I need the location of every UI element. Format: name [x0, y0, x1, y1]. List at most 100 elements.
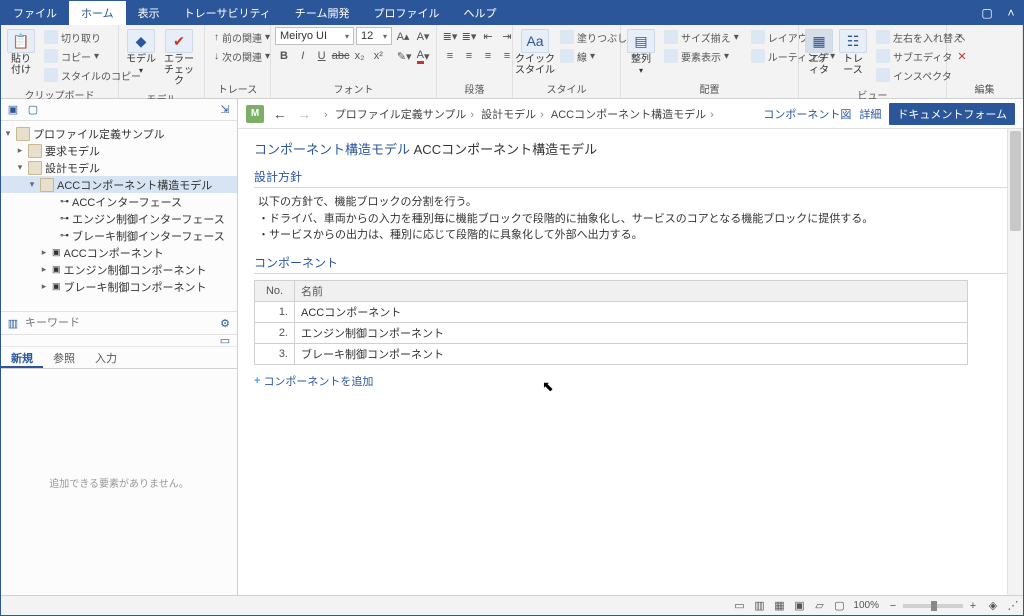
table-row[interactable]: 1.ACCコンポーネント [255, 301, 968, 322]
trace-view-button[interactable]: ☷トレース [837, 27, 869, 78]
font-name-combo[interactable]: Meiryo UI▾ [275, 27, 354, 45]
model-badge-icon: M [246, 105, 264, 123]
strike-icon[interactable]: abc [332, 47, 350, 65]
sup-icon[interactable]: x² [369, 47, 387, 65]
zoom-in-icon[interactable]: + [963, 600, 983, 612]
search-input[interactable] [25, 317, 213, 329]
align-center-icon[interactable]: ≡ [460, 47, 478, 65]
status-view5-icon[interactable]: ▱ [809, 599, 829, 612]
menu-trace[interactable]: トレーサビリティ [172, 1, 283, 25]
tree-acc-comp[interactable]: ▸▣ACCコンポーネント [1, 244, 237, 261]
status-view3-icon[interactable]: ▦ [769, 599, 789, 612]
menu-home[interactable]: ホーム [69, 1, 126, 25]
tree-out-icon[interactable]: ▢ [25, 102, 41, 118]
nav-back-icon[interactable]: ← [272, 106, 288, 122]
italic-icon[interactable]: I [294, 47, 312, 65]
crumb-c[interactable]: ACCコンポーネント構造モデル [551, 109, 706, 121]
menu-view[interactable]: 表示 [126, 1, 172, 25]
model-button[interactable]: ◆モデル▾ [123, 27, 159, 77]
tree-design[interactable]: ▾設計モデル [1, 159, 237, 176]
model-tree: ▾プロファイル定義サンプル ▸要求モデル ▾設計モデル ▾ACCコンポーネント構… [1, 121, 237, 299]
sub-icon[interactable]: x₂ [351, 47, 369, 65]
tab-ref[interactable]: 参照 [43, 347, 85, 368]
left-empty-msg: 追加できる要素がありません。 [1, 369, 237, 595]
tree-home-icon[interactable]: ▣ [5, 102, 21, 118]
nav-fwd-icon[interactable]: → [296, 106, 312, 122]
status-view6-icon[interactable]: ▢ [829, 599, 849, 612]
crumb-a[interactable]: プロファイル定義サンプル [335, 109, 467, 121]
sidebar: ▣ ▢ ⇲ ▾プロファイル定義サンプル ▸要求モデル ▾設計モデル ▾ACCコン… [1, 99, 238, 595]
tree-brk-if[interactable]: ⊶ブレーキ制御インターフェース [1, 227, 237, 244]
tree-root[interactable]: ▾プロファイル定義サンプル [1, 125, 237, 142]
status-diamond-icon[interactable]: ◈ [983, 599, 1003, 612]
zoom-level: 100% [853, 600, 879, 611]
outdent-icon[interactable]: ⇤ [479, 27, 497, 45]
select-tool-icon[interactable]: ↖ [953, 28, 971, 46]
status-view2-icon[interactable]: ▥ [749, 599, 769, 612]
tree-req[interactable]: ▸要求モデル [1, 142, 237, 159]
align-button[interactable]: ▤整列▾ [625, 27, 657, 77]
paste-button[interactable]: 📋貼り付け [5, 27, 37, 78]
zoom-slider[interactable] [903, 604, 963, 608]
dec-font-icon[interactable]: A▾ [414, 27, 432, 45]
add-component-link[interactable]: +コンポーネントを追加 [254, 373, 1007, 389]
doc-form-button[interactable]: ドキュメントフォーム [889, 103, 1015, 125]
search-kind-icon[interactable]: ▥ [5, 315, 21, 331]
tree-brk-comp[interactable]: ▸▣ブレーキ制御コンポーネント [1, 278, 237, 295]
zoom-out-icon[interactable]: − [883, 600, 903, 612]
table-row[interactable]: 3.ブレーキ制御コンポーネント [255, 343, 968, 364]
para-caption: 段落 [437, 81, 512, 98]
th-name: 名前 [295, 280, 968, 301]
prev-link-button[interactable]: ↑ 前の関連 ▾ [211, 28, 273, 46]
resize-button[interactable]: サイズ揃え ▾ [661, 28, 742, 46]
table-row[interactable]: 2.エンジン制御コンポーネント [255, 322, 968, 343]
highlight-icon[interactable]: ✎▾ [395, 47, 413, 65]
align-left-icon[interactable]: ≡ [441, 47, 459, 65]
tab-new[interactable]: 新規 [1, 347, 43, 368]
left-divider: ▭ [1, 335, 237, 347]
crumb-b[interactable]: 設計モデル [481, 109, 536, 121]
status-view1-icon[interactable]: ▭ [729, 599, 749, 612]
tree-acc-struct[interactable]: ▾ACCコンポーネント構造モデル [1, 176, 237, 193]
window-collapse-icon[interactable]: ˄ [999, 1, 1023, 25]
tree-acc-if[interactable]: ⊶ACCインターフェース [1, 193, 237, 210]
tree-pin-icon[interactable]: ⇲ [217, 102, 233, 118]
bullets-icon[interactable]: ≣▾ [441, 27, 459, 45]
section-component: コンポーネント [254, 254, 1007, 274]
ribbon: 📋貼り付け 切り取り コピー ▾ スタイルのコピー クリップボード ◆モデル▾ … [1, 25, 1023, 99]
page-title: コンポーネント構造モデル ACCコンポーネント構造モデル [254, 139, 1007, 158]
errorcheck-button[interactable]: ✔エラーチェック [161, 27, 197, 89]
underline-icon[interactable]: U [313, 47, 331, 65]
tree-eng-comp[interactable]: ▸▣エンジン制御コンポーネント [1, 261, 237, 278]
tree-eng-if[interactable]: ⊶エンジン制御インターフェース [1, 210, 237, 227]
link-detail[interactable]: 詳細 [859, 106, 881, 122]
policy-text: 以下の方針で、機能ブロックの分割を行う。 ・ドライバ、車両からの入力を種別毎に機… [254, 194, 1007, 244]
align-right-icon[interactable]: ≡ [479, 47, 497, 65]
tab-input[interactable]: 入力 [85, 347, 127, 368]
next-link-button[interactable]: ↓ 次の関連 ▾ [211, 47, 273, 65]
font-color-icon[interactable]: A▾ [414, 47, 432, 65]
window-restore-icon[interactable]: ▢ [975, 1, 999, 25]
close-tool-icon[interactable]: ✕ [953, 47, 971, 65]
status-view4-icon[interactable]: ▣ [789, 599, 809, 612]
bold-icon[interactable]: B [275, 47, 293, 65]
menu-help[interactable]: ヘルプ [451, 1, 508, 25]
menu-team[interactable]: チーム開発 [283, 1, 362, 25]
status-bar: ▭ ▥ ▦ ▣ ▱ ▢ 100% − + ◈ ⋰ [1, 595, 1023, 615]
elemshow-button[interactable]: 要素表示 ▾ [661, 47, 742, 65]
link-diagram[interactable]: コンポーネント図 [763, 106, 851, 122]
menubar: ファイル ホーム 表示 トレーサビリティ チーム開発 プロファイル ヘルプ ▢ … [1, 1, 1023, 25]
vertical-scrollbar[interactable] [1007, 129, 1023, 595]
font-size-combo[interactable]: 12▾ [356, 27, 392, 45]
resize-grip-icon[interactable]: ⋰ [1003, 599, 1023, 612]
document-area: コンポーネント構造モデル ACCコンポーネント構造モデル 設計方針 以下の方針で… [238, 129, 1023, 595]
numbering-icon[interactable]: ≣▾ [460, 27, 478, 45]
inc-font-icon[interactable]: A▴ [394, 27, 412, 45]
editor-button[interactable]: ▦エディタ [803, 27, 835, 78]
component-table: No.名前 1.ACCコンポーネント 2.エンジン制御コンポーネント 3.ブレー… [254, 280, 968, 365]
quickstyle-button[interactable]: Aaクイック スタイル [517, 27, 553, 78]
menu-file[interactable]: ファイル [1, 1, 69, 25]
font-caption: フォント [271, 81, 436, 98]
menu-profile[interactable]: プロファイル [361, 1, 451, 25]
search-filter-icon[interactable]: ⚙ [217, 315, 233, 331]
